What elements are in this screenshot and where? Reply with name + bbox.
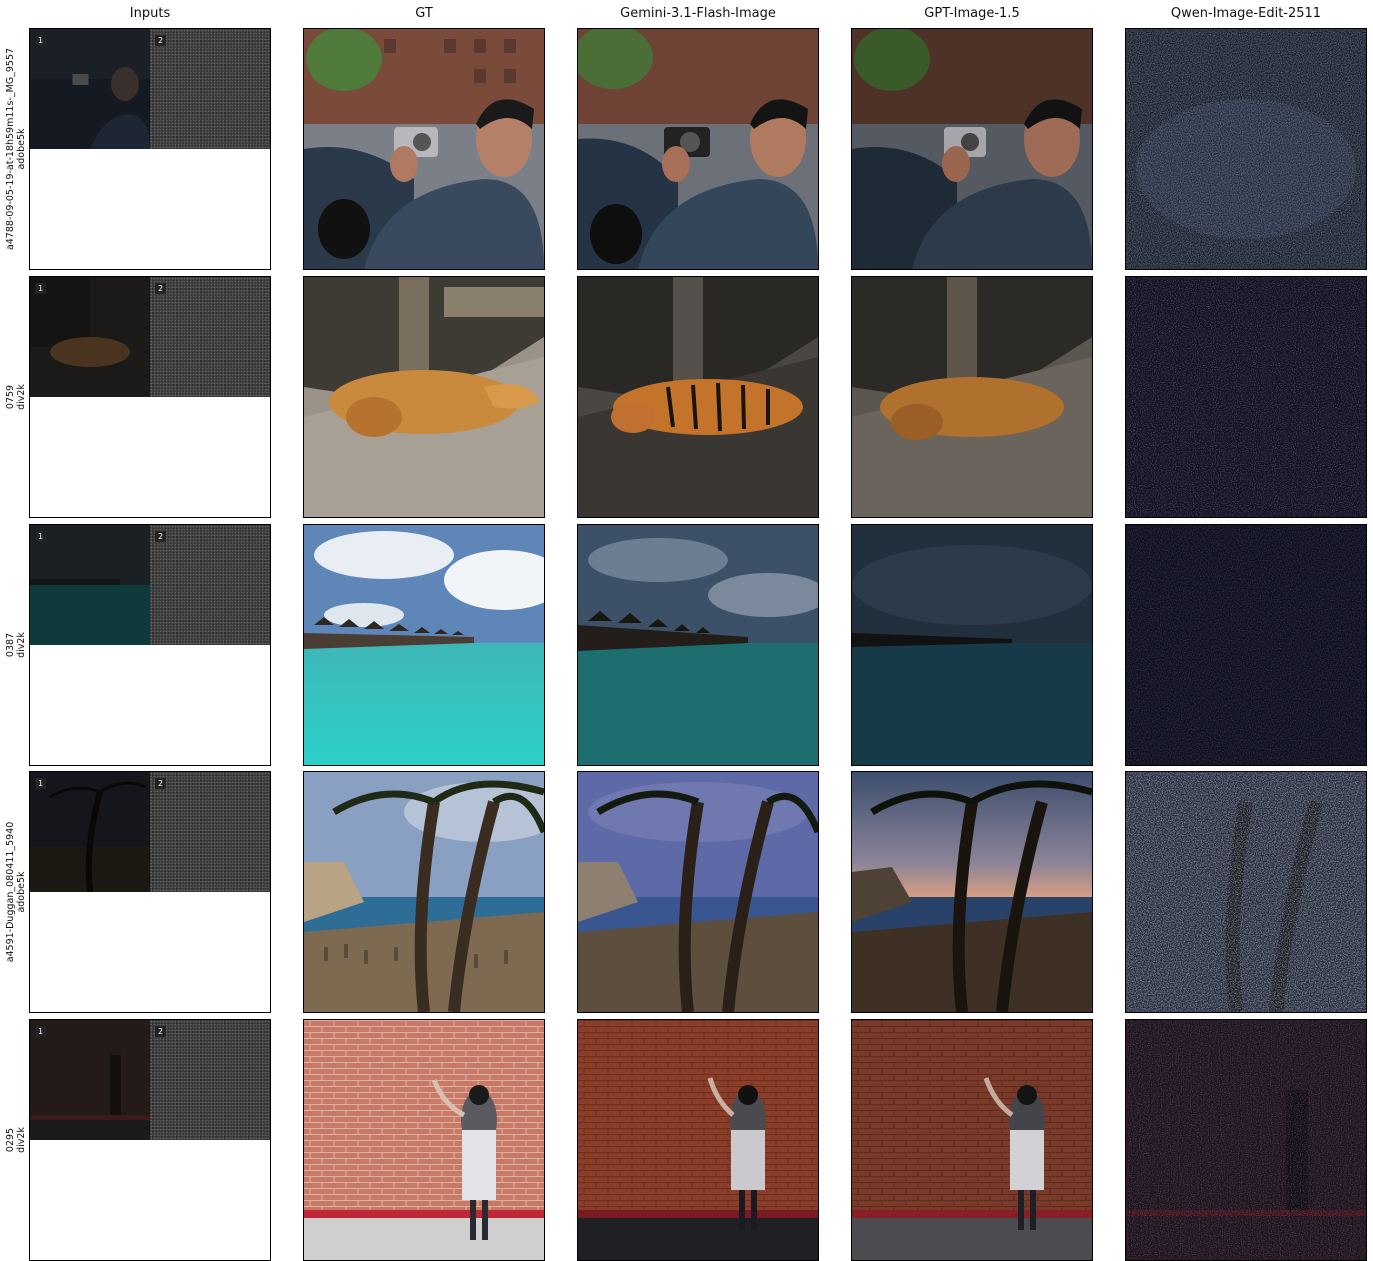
row-id: a4788-09-05-19-at-18h59m11s-_MG_9557 [5, 47, 16, 251]
gt-image [303, 28, 545, 270]
row-dataset: div2k [16, 632, 27, 658]
input-badge-1: 1 [35, 283, 46, 294]
qwen-image [1125, 771, 1367, 1013]
inputs-cell: 1 2 [29, 771, 271, 1013]
gemini-image [577, 1019, 819, 1261]
gt-image [303, 276, 545, 518]
gt-image [303, 524, 545, 766]
input-image-dark [30, 29, 150, 149]
row-id: 0759 [5, 384, 16, 410]
row-label-3: 0387 div2k [5, 524, 27, 766]
input-badge-1: 1 [35, 778, 46, 789]
input-image-dark [30, 1020, 150, 1140]
input-image-noise [150, 525, 270, 645]
row-dataset: div2k [16, 384, 27, 410]
row-label-4: a4591-Duggan_080411_5940 adobe5k [5, 771, 27, 1013]
inputs-cell: 1 2 [29, 28, 271, 270]
gt-image [303, 1019, 545, 1261]
row-dataset: adobe5k [16, 871, 27, 913]
input-badge-2: 2 [155, 1026, 166, 1037]
inputs-cell: 1 2 [29, 1019, 271, 1261]
column-header-inputs: Inputs [129, 6, 171, 21]
column-header-gemini: Gemini-3.1-Flash-Image [620, 6, 776, 21]
input-image-noise [150, 29, 270, 149]
inputs-cell: 1 2 [29, 276, 271, 518]
gemini-image [577, 276, 819, 518]
input-image-noise [150, 277, 270, 397]
input-image-dark [30, 525, 150, 645]
input-badge-2: 2 [155, 531, 166, 542]
gt-image [303, 771, 545, 1013]
row-label-2: 0759 div2k [5, 276, 27, 518]
row-id: a4591-Duggan_080411_5940 [5, 821, 16, 963]
qwen-image [1125, 276, 1367, 518]
input-badge-1: 1 [35, 35, 46, 46]
row-id: 0387 [5, 632, 16, 658]
input-image-noise [150, 1020, 270, 1140]
row-dataset: div2k [16, 1127, 27, 1153]
gpt-image [851, 276, 1093, 518]
gpt-image [851, 1019, 1093, 1261]
row-dataset: adobe5k [16, 128, 27, 170]
input-image-noise [150, 772, 270, 892]
gemini-image [577, 28, 819, 270]
gpt-image [851, 28, 1093, 270]
input-image-dark [30, 772, 150, 892]
row-id: 0295 [5, 1127, 16, 1153]
input-badge-1: 1 [35, 1026, 46, 1037]
input-badge-2: 2 [155, 35, 166, 46]
qwen-image [1125, 524, 1367, 766]
input-badge-2: 2 [155, 283, 166, 294]
column-header-qwen: Qwen-Image-Edit-2511 [1170, 6, 1322, 21]
gpt-image [851, 771, 1093, 1013]
qwen-image [1125, 28, 1367, 270]
gemini-image [577, 771, 819, 1013]
gpt-image [851, 524, 1093, 766]
column-header-gpt: GPT-Image-1.5 [924, 6, 1020, 21]
inputs-cell: 1 2 [29, 524, 271, 766]
row-label-5: 0295 div2k [5, 1019, 27, 1261]
qwen-image [1125, 1019, 1367, 1261]
row-label-1: a4788-09-05-19-at-18h59m11s-_MG_9557 adob… [5, 28, 27, 270]
input-badge-2: 2 [155, 778, 166, 789]
input-badge-1: 1 [35, 531, 46, 542]
column-header-gt: GT [415, 6, 433, 21]
gemini-image [577, 524, 819, 766]
input-image-dark [30, 277, 150, 397]
